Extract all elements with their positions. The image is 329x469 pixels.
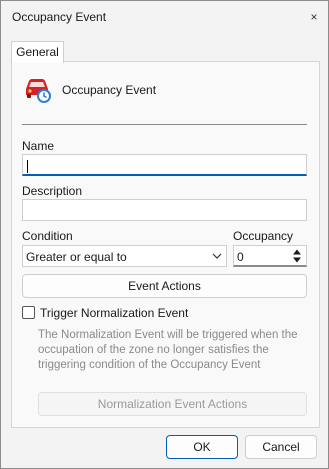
header-separator (22, 124, 307, 125)
chevron-down-icon (212, 253, 222, 259)
window-title: Occupancy Event (12, 10, 107, 24)
header-title: Occupancy Event (62, 83, 157, 97)
name-label: Name (22, 139, 55, 153)
dialog-window: Occupancy Event × General Occupancy Even… (0, 0, 329, 469)
car-occupancy-icon (26, 79, 51, 103)
occupancy-label: Occupancy (233, 229, 294, 243)
name-input[interactable] (22, 154, 307, 176)
occupancy-value: 0 (237, 250, 244, 264)
condition-select[interactable]: Greater or equal to (22, 245, 227, 267)
description-input[interactable] (22, 199, 307, 221)
title-bar: Occupancy Event × (1, 1, 328, 33)
event-actions-button[interactable]: Event Actions (22, 274, 307, 298)
normalization-actions-button[interactable]: Normalization Event Actions (38, 392, 307, 416)
cancel-button[interactable]: Cancel (245, 435, 317, 459)
spin-down-icon[interactable] (292, 257, 302, 263)
ok-button[interactable]: OK (166, 435, 238, 459)
text-caret (27, 160, 28, 173)
condition-label: Condition (22, 229, 73, 243)
tab-general[interactable]: General (11, 41, 64, 63)
occupancy-stepper[interactable]: 0 (233, 245, 307, 267)
spin-up-icon[interactable] (292, 249, 302, 255)
trigger-normalization-label[interactable]: Trigger Normalization Event (40, 306, 188, 320)
close-button[interactable]: × (306, 9, 322, 25)
trigger-normalization-checkbox[interactable] (22, 306, 35, 319)
condition-value: Greater or equal to (26, 250, 127, 264)
trigger-description: The Normalization Event will be triggere… (38, 329, 298, 371)
description-label: Description (22, 184, 83, 198)
